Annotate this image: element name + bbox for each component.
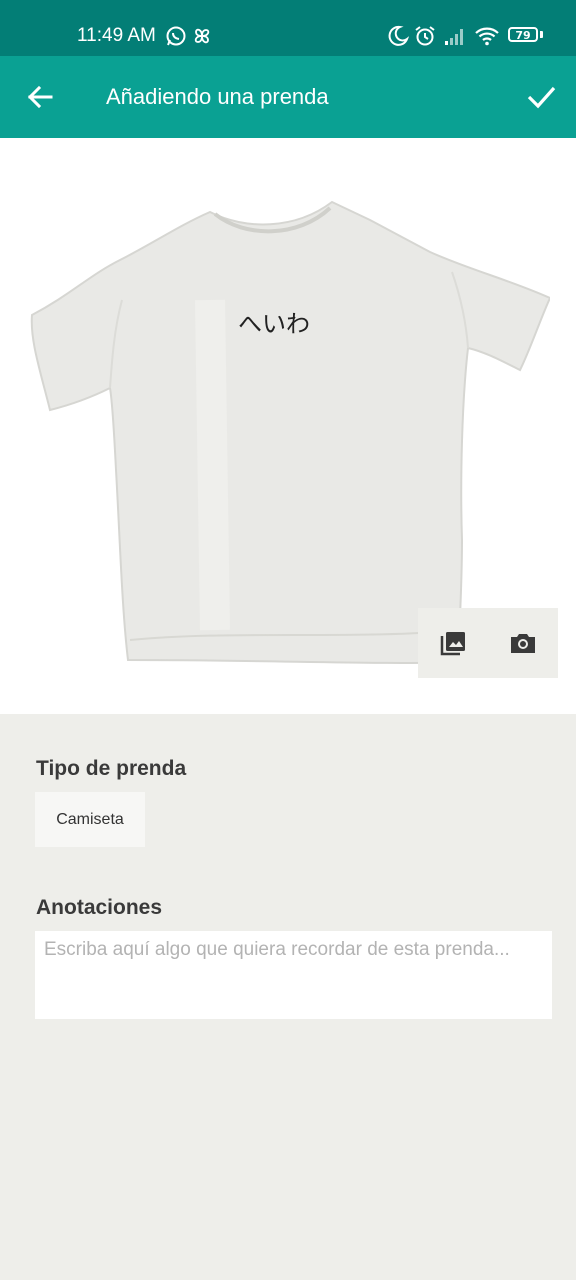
garment-type-selector[interactable]: Camiseta <box>35 792 145 847</box>
status-time: 11:49 AM <box>77 25 156 46</box>
notes-input[interactable] <box>35 931 552 1019</box>
photo-toolbar <box>418 608 558 678</box>
garment-type-label: Tipo de prenda <box>36 757 187 780</box>
battery-icon: 79 <box>508 27 538 42</box>
battery-level: 79 <box>515 29 531 42</box>
battery-tip <box>540 31 543 38</box>
page-title: Añadiendo una prenda <box>106 84 329 109</box>
wifi-icon <box>475 27 499 46</box>
shirt-print-text: へいわ <box>238 310 310 338</box>
pinwheel-icon <box>194 28 210 44</box>
garment-photo[interactable]: へいわ <box>30 200 550 670</box>
app-bar: Añadiendo una prenda <box>0 56 576 138</box>
arrow-back-icon[interactable] <box>20 77 60 117</box>
notes-label: Anotaciones <box>36 896 163 919</box>
do-not-disturb-moon-icon <box>388 25 410 46</box>
status-bar: 11:49 AM 79 <box>0 0 576 56</box>
camera-icon[interactable] <box>508 628 538 658</box>
whatsapp-icon <box>166 26 186 46</box>
alarm-icon <box>415 26 435 46</box>
photo-library-icon[interactable] <box>438 628 468 658</box>
garment-image-area: へいわ <box>0 138 576 714</box>
check-icon[interactable] <box>520 77 562 117</box>
signal-icon <box>445 29 463 45</box>
